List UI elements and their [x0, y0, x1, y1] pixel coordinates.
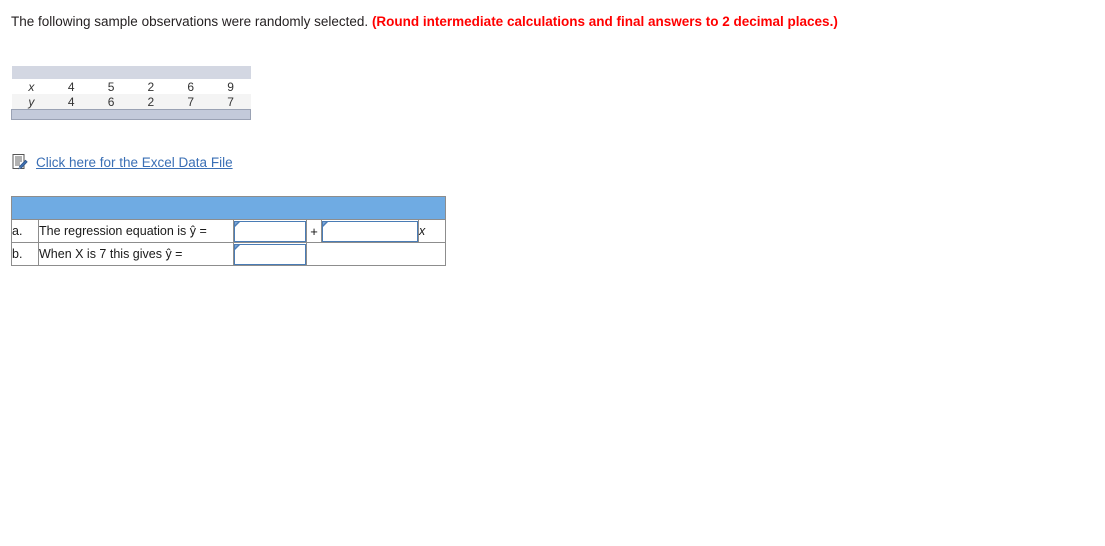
answer-table-container: a. The regression equation is ŷ = + x b.… — [11, 196, 446, 266]
x-value-3: 2 — [130, 79, 171, 94]
y-value-4: 7 — [170, 94, 211, 110]
answer-table-header — [11, 196, 446, 220]
row-a-letter: a. — [11, 219, 39, 243]
row-b-letter: b. — [11, 242, 39, 266]
table-row: b. When X is 7 this gives ŷ = — [11, 242, 446, 266]
table-row: a. The regression equation is ŷ = + x — [11, 219, 446, 243]
row-a-slope-input[interactable] — [322, 220, 418, 242]
data-table: x 4 5 2 6 9 y 4 6 2 7 7 — [11, 66, 251, 120]
row-a-intercept-cell[interactable] — [233, 219, 307, 243]
row-b-empty-cell — [306, 242, 446, 266]
y-value-1: 4 — [51, 94, 92, 110]
x-value-2: 5 — [91, 79, 131, 94]
excel-data-file-link[interactable]: Click here for the Excel Data File — [32, 155, 233, 170]
excel-document-pencil-icon — [11, 153, 29, 171]
data-table-top-bar — [11, 66, 251, 79]
row-a-intercept-wrapper — [234, 220, 306, 242]
row-label-y: y — [11, 94, 52, 110]
x-value-5: 9 — [210, 79, 251, 94]
row-b-prediction-wrapper — [234, 243, 306, 265]
prompt-text: The following sample observations were r… — [11, 14, 372, 29]
x-value-4: 6 — [170, 79, 211, 94]
x-value-1: 4 — [51, 79, 92, 94]
data-table-bottom-bar — [11, 109, 251, 120]
row-a-intercept-input[interactable] — [234, 220, 306, 242]
row-a-slope-cell[interactable] — [321, 219, 419, 243]
row-label-x: x — [11, 79, 52, 94]
row-b-label: When X is 7 this gives ŷ = — [38, 242, 234, 266]
sample-data-table: x 4 5 2 6 9 y 4 6 2 7 7 — [11, 66, 251, 120]
table-row: x 4 5 2 6 9 — [11, 79, 251, 94]
bottom-bar-cell — [11, 109, 251, 120]
prompt-emphasis: (Round intermediate calculations and fin… — [371, 14, 838, 29]
row-a-x-suffix: x — [418, 219, 446, 243]
answer-table: a. The regression equation is ŷ = + x b.… — [11, 196, 446, 266]
table-row: y 4 6 2 7 7 — [11, 94, 251, 110]
row-b-prediction-cell[interactable] — [233, 242, 307, 266]
y-value-5: 7 — [210, 94, 251, 110]
answer-header-cell — [11, 196, 446, 220]
row-a-slope-wrapper — [322, 220, 418, 242]
row-a-operator: + — [306, 219, 322, 243]
row-a-label: The regression equation is ŷ = — [38, 219, 234, 243]
top-bar-cell — [11, 66, 251, 79]
question-prompt: The following sample observations were r… — [11, 12, 911, 31]
y-value-2: 6 — [91, 94, 131, 110]
excel-data-file-row[interactable]: Click here for the Excel Data File — [11, 153, 233, 171]
y-value-3: 2 — [130, 94, 171, 110]
row-b-prediction-input[interactable] — [234, 243, 306, 265]
